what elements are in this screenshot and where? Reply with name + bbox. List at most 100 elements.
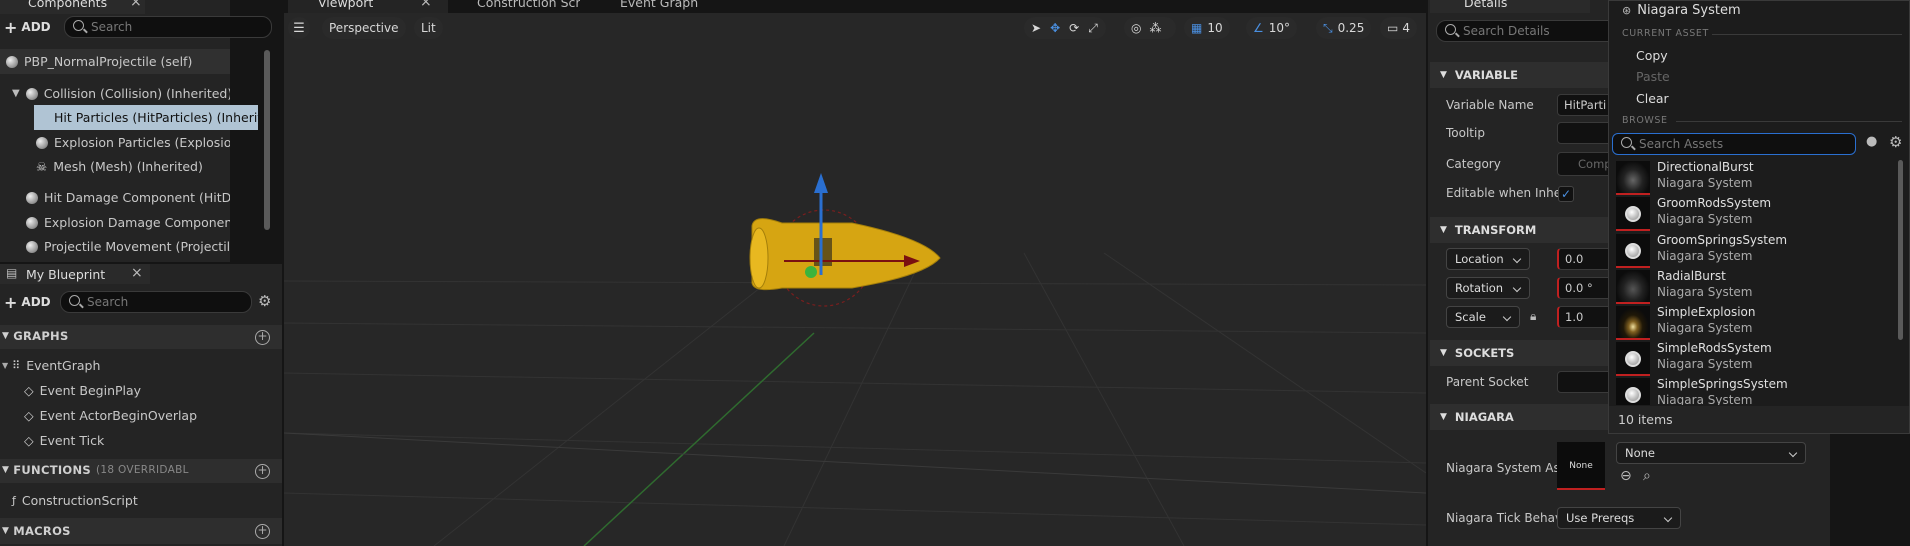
gear-icon[interactable]: ⚙ — [1889, 133, 1902, 151]
find-in-browser-icon[interactable]: ⌕ — [1643, 468, 1651, 484]
tree-row-mesh[interactable]: ☠ Mesh (Mesh) (Inherited) — [0, 154, 230, 179]
lit-label: Lit — [421, 21, 436, 35]
event-graph-label: EventGraph — [26, 357, 101, 373]
add-graph-button[interactable]: + — [255, 330, 270, 345]
event-item[interactable]: ◇ Event Tick — [0, 428, 230, 452]
perspective-label: Perspective — [329, 21, 399, 35]
clear-menu-item[interactable]: Clear — [1636, 91, 1669, 106]
flame-icon — [1616, 306, 1650, 340]
add-component-button[interactable]: + ADD — [4, 17, 51, 37]
add-function-button[interactable]: + — [255, 464, 270, 479]
camera-icon: ▭ — [1387, 21, 1399, 35]
tick-behavior-dropdown[interactable]: Use Prereqs — [1557, 507, 1681, 529]
tree-row-collision[interactable]: ▼ Collision (Collision) (Inherited) — [0, 81, 230, 106]
niagara-system-icon: ⊛ — [1622, 4, 1632, 17]
component-icon — [26, 191, 38, 204]
tab-label: Event Graph — [620, 0, 699, 10]
asset-item-simplespringssystem[interactable]: SimpleSpringsSystem Niagara System — [1613, 375, 1903, 405]
asset-name: SimpleExplosion — [1657, 305, 1756, 319]
add-blueprint-member-button[interactable]: + ADD — [4, 293, 51, 312]
current-asset-divider — [1712, 34, 1902, 35]
close-icon[interactable]: × — [420, 0, 432, 10]
tab-event-graph[interactable]: Event Graph — [600, 0, 720, 13]
asset-type: Niagara System — [1657, 212, 1753, 226]
angle-snap-button[interactable]: ∠ 10° — [1246, 17, 1298, 39]
camera-speed-button[interactable]: ▭ 4 — [1380, 17, 1417, 39]
gear-icon[interactable]: ⚙ — [258, 292, 271, 310]
lock-icon[interactable]: 🔒︎ — [1530, 309, 1536, 324]
event-item[interactable]: ◇ Event ActorBeginOverlap — [0, 403, 230, 427]
move-icon[interactable]: ✥ — [1050, 21, 1060, 35]
rotation-value: 0.0 ° — [1565, 281, 1593, 295]
asset-item-groomrodssystem[interactable]: GroomRodsSystem Niagara System — [1613, 194, 1903, 231]
rotation-label: Rotation — [1455, 281, 1504, 295]
tree-row-explosion-damage[interactable]: Explosion Damage Component (ExplosionDam… — [0, 210, 230, 235]
lit-button[interactable]: Lit — [414, 17, 443, 39]
details-tab[interactable]: Details — [1430, 0, 1590, 13]
components-search-input[interactable]: Search — [64, 16, 272, 38]
rotate-icon[interactable]: ⟳ — [1069, 21, 1079, 35]
tab-construction-script[interactable]: Construction Script — [460, 0, 580, 13]
sphere-icon — [1616, 197, 1650, 231]
parent-socket-label: Parent Socket — [1446, 375, 1529, 389]
tree-row-self[interactable]: PBP_NormalProjectile (self) — [0, 49, 230, 74]
paste-menu-item[interactable]: Paste — [1636, 69, 1670, 84]
perspective-button[interactable]: Perspective — [322, 17, 406, 39]
details-search-input[interactable]: Search Details — [1436, 20, 1626, 42]
scale-icon[interactable]: ⤢ — [1088, 21, 1098, 36]
components-scrollbar[interactable] — [264, 50, 270, 230]
event-item[interactable]: ◇ Event BeginPlay — [0, 378, 230, 402]
asset-item-simplerodssystem[interactable]: SimpleRodsSystem Niagara System — [1613, 339, 1903, 376]
surface-snap-icon[interactable]: ⁂ — [1149, 21, 1161, 35]
editable-checkbox[interactable]: ✓ — [1558, 186, 1574, 202]
angle-icon: ∠ — [1253, 21, 1264, 35]
asset-type: Niagara System — [1657, 357, 1753, 371]
transform-tools: ➤ ✥ ⟳ ⤢ — [1024, 17, 1106, 39]
tree-row-explosion-particles[interactable]: Explosion Particles (ExplosionParticles) — [0, 130, 230, 155]
add-label: ADD — [21, 20, 51, 34]
event-label: Event Tick — [39, 432, 105, 448]
location-dropdown[interactable]: Location — [1446, 248, 1530, 270]
scale-snap-button[interactable]: ⤡ 0.25 — [1316, 17, 1372, 39]
asset-item-simpleexplosion[interactable]: SimpleExplosion Niagara System — [1613, 303, 1903, 340]
burst-icon — [1616, 270, 1650, 304]
my-blueprint-tab[interactable]: ▤ My Blueprint × — [0, 264, 150, 284]
add-macro-button[interactable]: + — [255, 524, 270, 539]
asset-item-radialburst[interactable]: RadialBurst Niagara System — [1613, 267, 1903, 304]
tree-row-hit-particles[interactable]: Hit Particles (HitParticles) (Inherited) — [34, 105, 258, 130]
user-filter-icon[interactable]: ● — [1866, 134, 1877, 149]
asset-item-groomspringssystem[interactable]: GroomSpringsSystem Niagara System — [1613, 231, 1903, 268]
construction-script-item[interactable]: ƒ ConstructionScript — [0, 488, 230, 512]
copy-menu-item[interactable]: Copy — [1636, 48, 1668, 63]
grid-snap-button[interactable]: ▦ 10 — [1184, 17, 1230, 39]
asset-search-input[interactable]: Search Assets — [1612, 133, 1856, 155]
globe-icon[interactable]: ◎ — [1131, 21, 1141, 35]
viewport-menu-button[interactable]: ☰ — [288, 17, 310, 39]
asset-list-scrollbar[interactable] — [1898, 160, 1903, 340]
asset-item-directionalburst[interactable]: DirectionalBurst Niagara System — [1613, 158, 1903, 195]
tab-viewport[interactable]: Viewport × — [288, 0, 448, 13]
particle-icon — [36, 136, 48, 149]
close-icon[interactable]: × — [131, 265, 143, 281]
plus-icon: + — [4, 17, 18, 37]
component-icon — [26, 216, 38, 229]
select-icon[interactable]: ➤ — [1031, 21, 1041, 35]
components-tab[interactable]: Components × — [0, 0, 145, 14]
viewport-canvas[interactable]: ☰ Perspective Lit ➤ ✥ ⟳ ⤢ ◎ ⁂ ▦ 10 ∠ 10°… — [284, 13, 1426, 546]
tree-row-projectile-movement[interactable]: Projectile Movement (ProjectileMovement) — [0, 234, 230, 259]
event-graph-item[interactable]: ▼ ⠿ EventGraph — [0, 353, 230, 377]
close-icon[interactable]: × — [130, 0, 142, 10]
browse-arrow-icon[interactable]: ⊖ — [1620, 468, 1632, 484]
blueprint-search-input[interactable]: Search — [60, 291, 252, 313]
location-label: Location — [1455, 252, 1504, 266]
search-icon — [1621, 137, 1632, 148]
event-icon: ◇ — [24, 382, 34, 398]
search-icon — [69, 295, 80, 306]
rotation-dropdown[interactable]: Rotation — [1446, 277, 1530, 299]
location-value: 0.0 — [1565, 252, 1584, 266]
tree-row-hit-damage[interactable]: Hit Damage Component (HitDamageComponent… — [0, 185, 230, 210]
niagara-asset-dropdown[interactable]: None — [1616, 442, 1806, 464]
scale-dropdown[interactable]: Scale — [1446, 306, 1520, 328]
niagara-asset-thumbnail[interactable]: None — [1557, 442, 1605, 490]
hamburger-icon: ☰ — [293, 20, 305, 36]
